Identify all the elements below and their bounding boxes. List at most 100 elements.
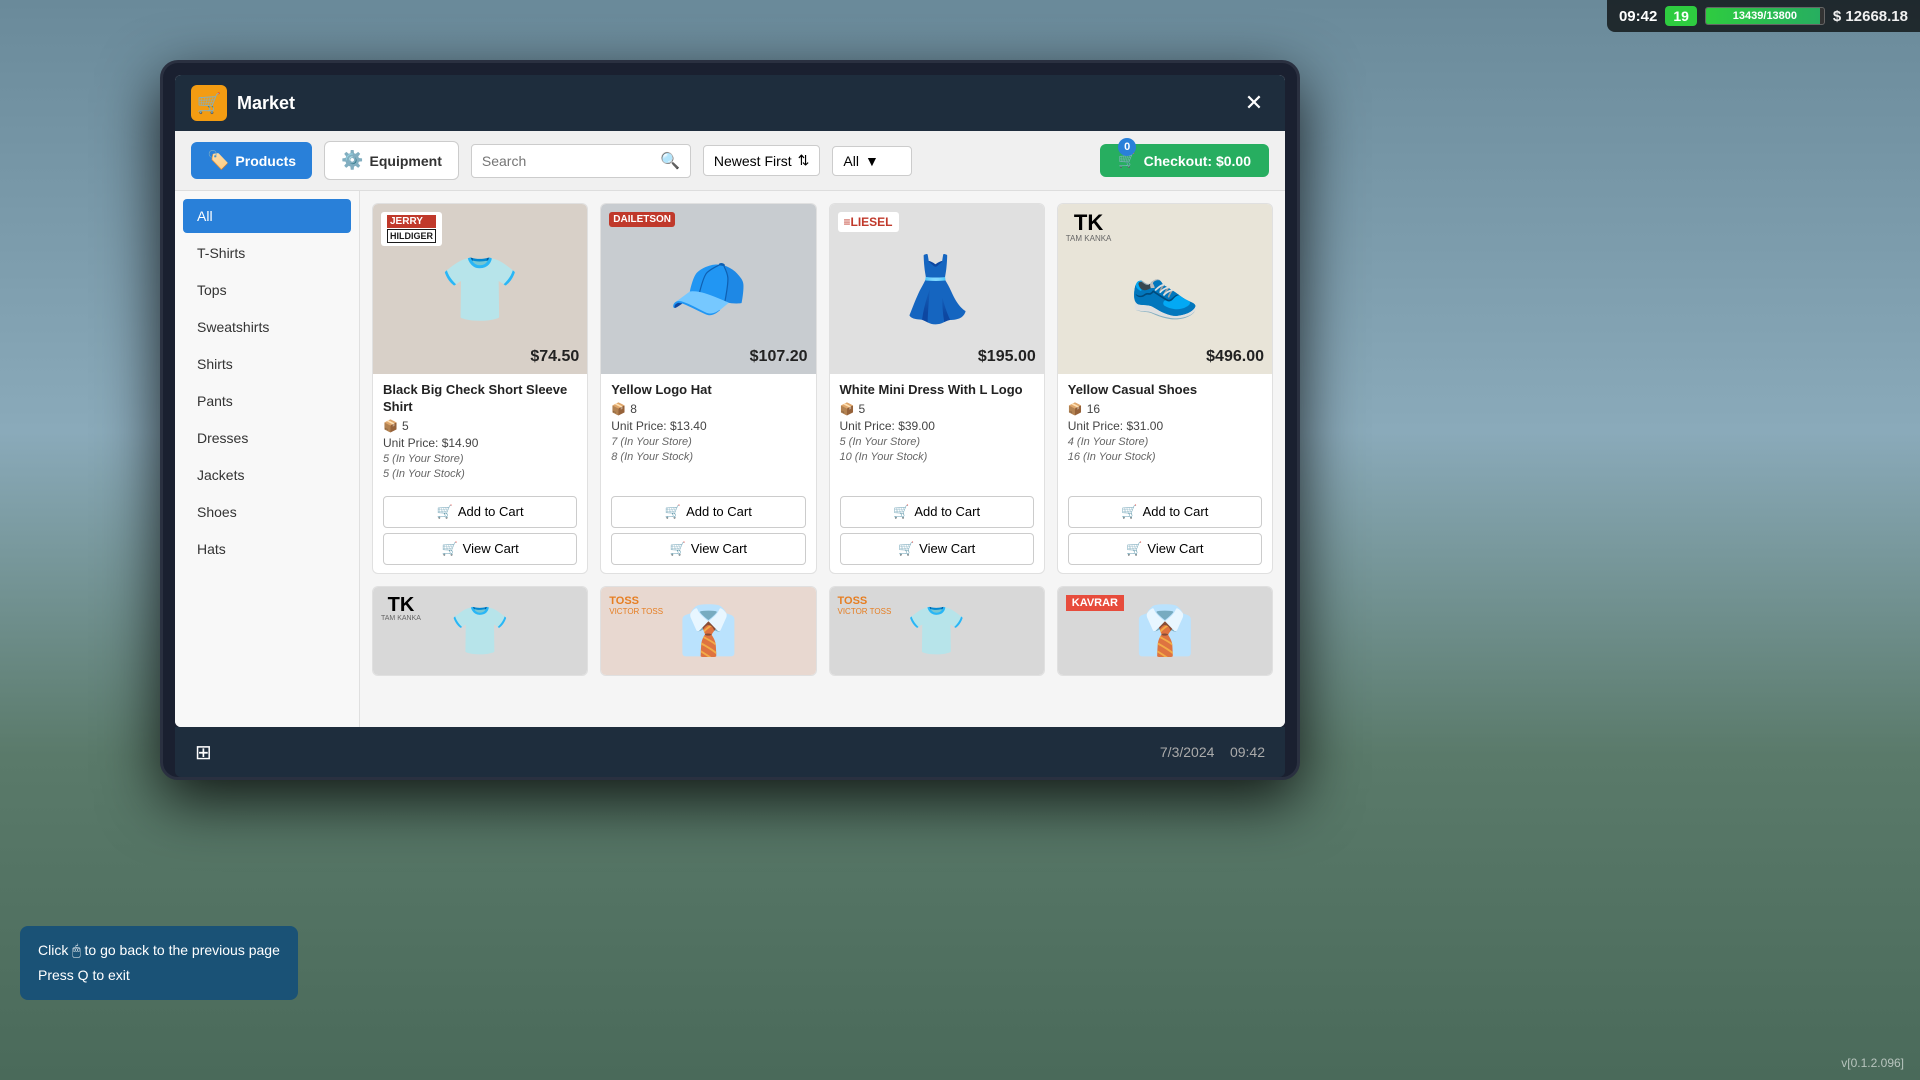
product-card-3: TK TAM KANKA 👟 $496.00 Yellow Casual Sho… [1057, 203, 1273, 574]
product-image-area-6: TOSS VICTOR TOSS 👕 [830, 587, 1044, 675]
sidebar-item-pants[interactable]: Pants [183, 384, 351, 418]
search-input[interactable] [482, 153, 654, 169]
sort-label: Newest First [714, 153, 792, 169]
view-cart-icon-3: 🛒 [1126, 541, 1142, 557]
products-area: JERRY HILDIGER 👕 $74.50 Black Big Check … [360, 191, 1285, 727]
product-name-0: Black Big Check Short Sleeve Shirt [383, 382, 577, 416]
product-name-2: White Mini Dress With L Logo [840, 382, 1034, 399]
product-info-2: White Mini Dress With L Logo 📦 5 Unit Pr… [830, 374, 1044, 488]
product-in-stock-1: 8 (In Your Stock) [611, 451, 805, 463]
sort-dropdown[interactable]: Newest First ⇅ [703, 145, 821, 176]
tab-equipment-label: Equipment [370, 153, 442, 169]
hud-money: $ 12668.18 [1833, 8, 1908, 25]
product-unit-price-1: Unit Price: $13.40 [611, 419, 805, 433]
sidebar-item-shirts[interactable]: Shirts [183, 347, 351, 381]
product-image-area-3: TK TAM KANKA 👟 $496.00 [1058, 204, 1272, 374]
product-image-1: 🧢 [669, 252, 749, 327]
bottom-time: 09:42 [1230, 744, 1265, 760]
product-actions-0: 🛒 Add to Cart 🛒 View Cart [373, 488, 587, 573]
view-cart-icon-2: 🛒 [898, 541, 914, 557]
product-image-2: 👗 [897, 252, 977, 327]
checkout-label: Checkout: $0.00 [1144, 153, 1251, 169]
product-image-area-2: ≡LIESEL 👗 $195.00 [830, 204, 1044, 374]
cart-icon-0: 🛒 [437, 504, 453, 520]
product-card-0: JERRY HILDIGER 👕 $74.50 Black Big Check … [372, 203, 588, 574]
sidebar-item-all[interactable]: All [183, 199, 351, 233]
view-cart-btn-1[interactable]: 🛒 View Cart [611, 533, 805, 565]
product-info-1: Yellow Logo Hat 📦 8 Unit Price: $13.40 7… [601, 374, 815, 488]
add-to-cart-btn-3[interactable]: 🛒 Add to Cart [1068, 496, 1262, 528]
box-icon-1: 📦 [611, 402, 626, 416]
hud-level: 19 [1665, 6, 1697, 26]
tab-equipment[interactable]: ⚙️ Equipment [324, 141, 459, 180]
product-in-store-0: 5 (In Your Store) [383, 453, 577, 465]
box-icon-3: 📦 [1068, 402, 1083, 416]
product-image-0: 👕 [440, 252, 520, 327]
product-brand-2: ≡LIESEL [838, 212, 899, 232]
hud-xp-text: 13439/13800 [1706, 8, 1824, 24]
product-image-3: 👟 [1130, 256, 1200, 322]
product-in-stock-0: 5 (In Your Stock) [383, 468, 577, 480]
sort-icon: ⇅ [798, 152, 810, 169]
search-box[interactable]: 🔍 [471, 144, 691, 178]
product-unit-price-0: Unit Price: $14.90 [383, 436, 577, 450]
market-window: 🛒 Market ✕ 🏷️ Products ⚙️ Equipment 🔍 Ne… [175, 75, 1285, 727]
product-in-stock-3: 16 (In Your Stock) [1068, 451, 1262, 463]
product-in-store-3: 4 (In Your Store) [1068, 436, 1262, 448]
sidebar-item-dresses[interactable]: Dresses [183, 421, 351, 455]
products-grid: JERRY HILDIGER 👕 $74.50 Black Big Check … [372, 203, 1273, 676]
product-card-7: KAVRAR 👔 [1057, 586, 1273, 676]
sidebar-item-tshirts[interactable]: T-Shirts [183, 236, 351, 270]
product-price-1: $107.20 [750, 348, 808, 366]
product-qty-3: 📦 16 [1068, 402, 1262, 416]
checkout-button[interactable]: 0 🛒 Checkout: $0.00 [1100, 144, 1269, 177]
view-cart-icon-1: 🛒 [670, 541, 686, 557]
market-icon: 🛒 [191, 85, 227, 121]
filter-arrow-icon: ▼ [865, 153, 879, 169]
view-cart-btn-2[interactable]: 🛒 View Cart [840, 533, 1034, 565]
add-to-cart-btn-1[interactable]: 🛒 Add to Cart [611, 496, 805, 528]
instruction-bar: Click 🖱 to go back to the previous page … [20, 926, 298, 1000]
view-cart-btn-0[interactable]: 🛒 View Cart [383, 533, 577, 565]
bottom-date: 7/3/2024 [1160, 744, 1215, 760]
product-in-store-1: 7 (In Your Store) [611, 436, 805, 448]
product-brand-6: TOSS VICTOR TOSS [838, 595, 892, 616]
product-image-area-4: TK TAM KANKA 👕 [373, 587, 587, 675]
product-name-3: Yellow Casual Shoes [1068, 382, 1262, 399]
product-image-area-0: JERRY HILDIGER 👕 $74.50 [373, 204, 587, 374]
cart-icon-3: 🛒 [1121, 504, 1137, 520]
product-qty-0: 📦 5 [383, 419, 577, 433]
product-image-6: 👕 [907, 602, 967, 659]
product-info-3: Yellow Casual Shoes 📦 16 Unit Price: $31… [1058, 374, 1272, 488]
products-tab-icon: 🏷️ [207, 150, 229, 171]
sidebar-item-shoes[interactable]: Shoes [183, 495, 351, 529]
sidebar-item-jackets[interactable]: Jackets [183, 458, 351, 492]
title-bar-left: 🛒 Market [191, 85, 295, 121]
filter-dropdown[interactable]: All ▼ [832, 146, 912, 176]
product-card-1: DAILETSON 🧢 $107.20 Yellow Logo Hat 📦 8 … [600, 203, 816, 574]
version-text: v[0.1.2.096] [1841, 1056, 1904, 1070]
product-name-1: Yellow Logo Hat [611, 382, 805, 399]
view-cart-icon-0: 🛒 [441, 541, 457, 557]
product-price-0: $74.50 [530, 348, 579, 366]
instruction-line1: Click 🖱 to go back to the previous page [38, 938, 280, 963]
add-to-cart-btn-0[interactable]: 🛒 Add to Cart [383, 496, 577, 528]
sidebar-item-hats[interactable]: Hats [183, 532, 351, 566]
product-actions-1: 🛒 Add to Cart 🛒 View Cart [601, 488, 815, 573]
view-cart-btn-3[interactable]: 🛒 View Cart [1068, 533, 1262, 565]
filter-label: All [843, 153, 859, 169]
main-content: All T-Shirts Tops Sweatshirts Shirts Pan… [175, 191, 1285, 727]
product-in-stock-2: 10 (In Your Stock) [840, 451, 1034, 463]
product-actions-3: 🛒 Add to Cart 🛒 View Cart [1058, 488, 1272, 573]
product-in-store-2: 5 (In Your Store) [840, 436, 1034, 448]
product-actions-2: 🛒 Add to Cart 🛒 View Cart [830, 488, 1044, 573]
grid-icon[interactable]: ⊞ [195, 740, 212, 765]
close-button[interactable]: ✕ [1239, 88, 1269, 118]
product-brand-0: JERRY HILDIGER [381, 212, 442, 246]
add-to-cart-btn-2[interactable]: 🛒 Add to Cart [840, 496, 1034, 528]
sidebar-item-tops[interactable]: Tops [183, 273, 351, 307]
product-image-5: 👔 [678, 602, 738, 659]
monitor-frame: 🛒 Market ✕ 🏷️ Products ⚙️ Equipment 🔍 Ne… [160, 60, 1300, 780]
sidebar-item-sweatshirts[interactable]: Sweatshirts [183, 310, 351, 344]
tab-products[interactable]: 🏷️ Products [191, 142, 312, 179]
